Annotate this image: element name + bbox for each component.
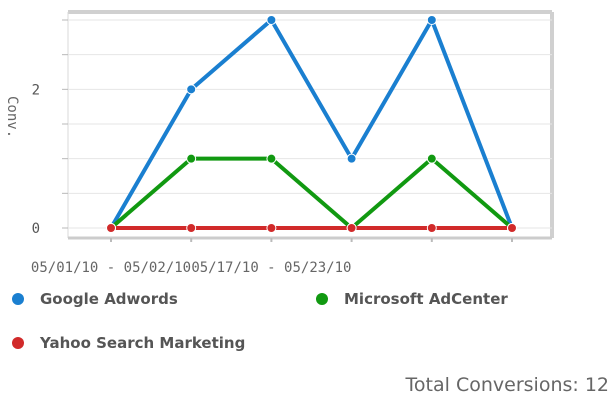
data-point-2 — [507, 223, 517, 233]
legend-label-google: Google Adwords — [40, 290, 178, 308]
data-point-2 — [426, 223, 437, 233]
y-axis-label: Conv. — [4, 96, 20, 138]
data-point-0 — [426, 15, 437, 25]
data-point-1 — [426, 153, 437, 164]
x-axis-ticks: 05/01/10 - 05/02/10 05/17/10 - 05/23/10 — [31, 238, 513, 276]
legend-swatch-microsoft — [316, 293, 328, 305]
data-point-0 — [186, 84, 197, 95]
data-point-2 — [266, 223, 277, 233]
legend-item-google[interactable]: Google Adwords — [12, 290, 178, 308]
x-tick-label: 05/17/10 - 05/23/10 — [191, 260, 351, 276]
line-chart: 02 05/01/10 - 05/02/10 05/17/10 - 05/23/1… — [4, 10, 554, 276]
legend-swatch-google — [12, 293, 24, 305]
legend-item-yahoo[interactable]: Yahoo Search Marketing — [12, 334, 245, 352]
data-point-1 — [266, 153, 277, 164]
y-tick-label: 0 — [32, 221, 40, 237]
data-point-0 — [346, 153, 357, 164]
y-axis-ticks: 02 — [32, 82, 40, 237]
legend-label-yahoo: Yahoo Search Marketing — [40, 334, 246, 352]
data-point-2 — [186, 223, 197, 233]
data-point-1 — [186, 153, 197, 164]
x-tick-label: 05/01/10 - 05/02/10 — [31, 260, 191, 276]
total-conversions: Total Conversions: 12 — [405, 374, 609, 396]
legend-label-microsoft: Microsoft AdCenter — [344, 290, 508, 308]
data-point-0 — [266, 15, 277, 25]
legend-swatch-yahoo — [12, 337, 24, 349]
legend-item-microsoft[interactable]: Microsoft AdCenter — [316, 290, 508, 308]
data-point-2 — [346, 223, 357, 233]
y-tick-label: 2 — [32, 82, 40, 98]
data-point-2 — [106, 223, 116, 233]
